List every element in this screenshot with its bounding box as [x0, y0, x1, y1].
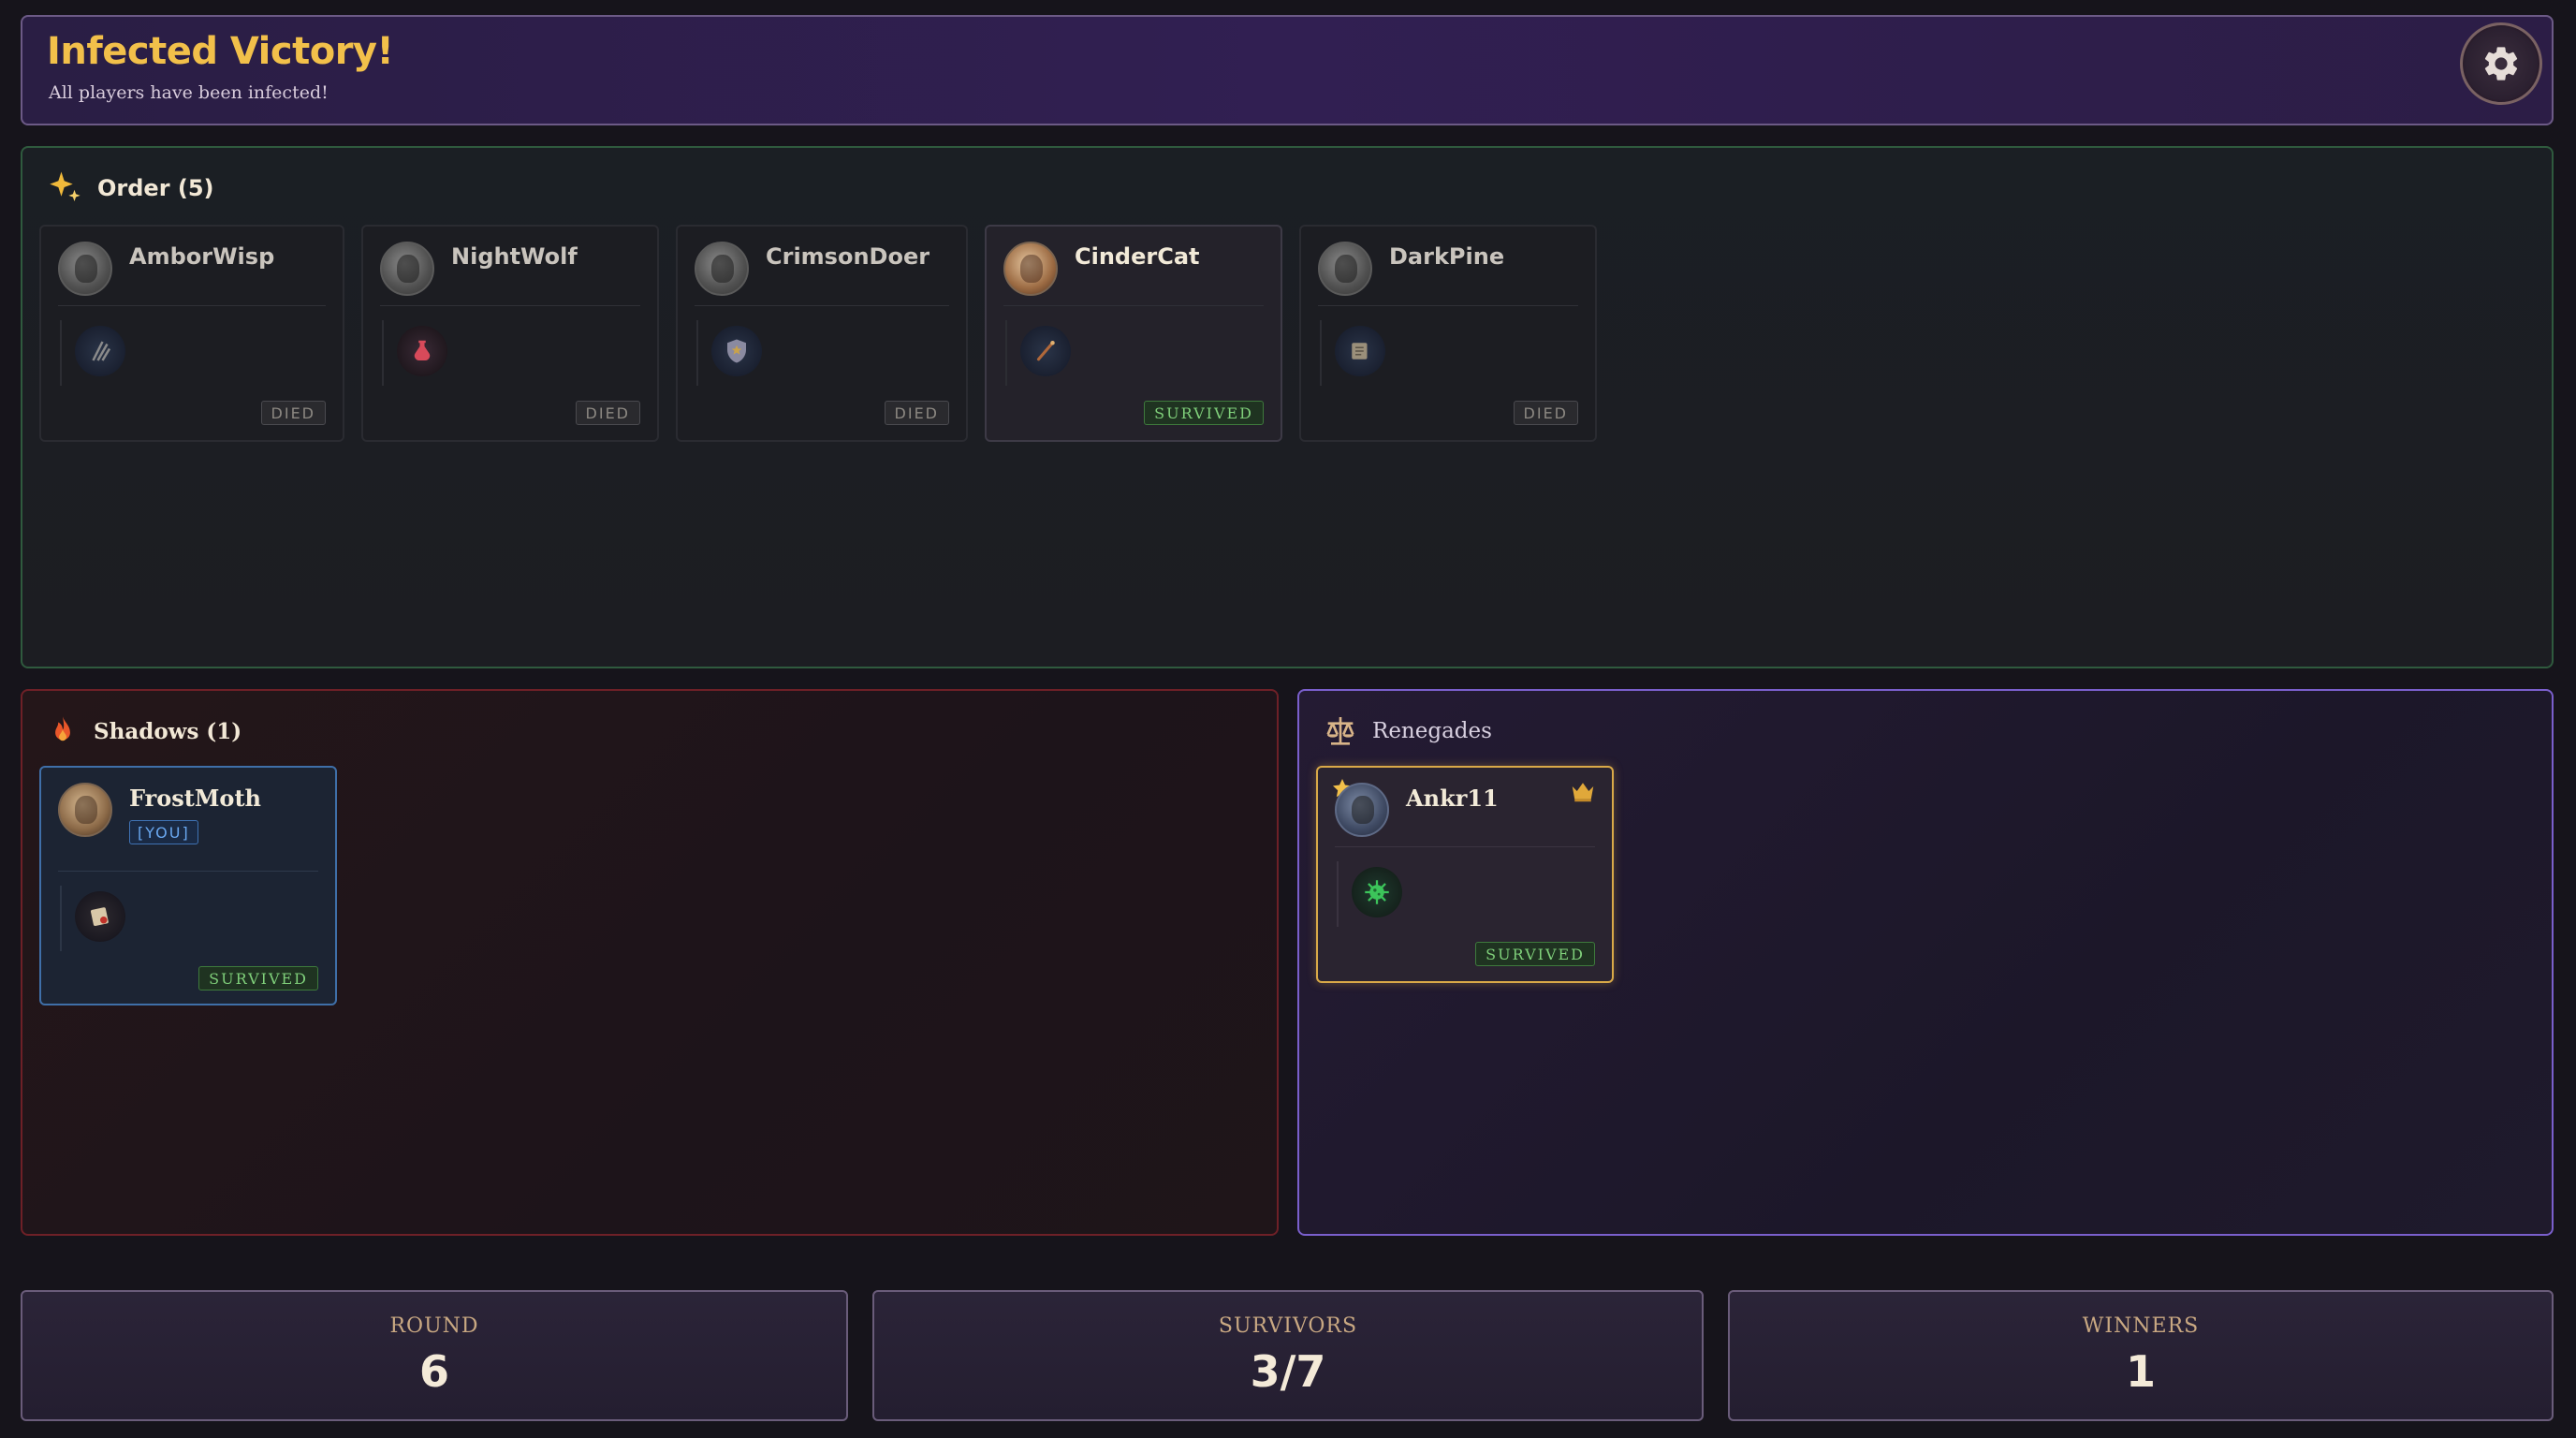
player-card-cindercat[interactable]: CinderCat SURVIVED — [985, 225, 1282, 442]
player-card-crimsondoer[interactable]: CrimsonDoer DIED — [676, 225, 968, 442]
player-card-darkpine[interactable]: DarkPine DIED — [1299, 225, 1597, 442]
round-stat: ROUND 6 — [21, 1290, 848, 1421]
player-card-amborwisp[interactable]: AmborWisp DIED — [39, 225, 344, 442]
renegades-header: Renegades — [1322, 712, 1492, 751]
avatar — [1003, 242, 1058, 296]
player-name: CrimsonDoer — [766, 243, 930, 270]
status-badge: SURVIVED — [1144, 401, 1264, 425]
survivors-value: 3/7 — [1250, 1346, 1326, 1397]
shadows-faction-panel: Shadows (1) FrostMoth [YOU] SURVIVED — [21, 689, 1279, 1236]
claw-icon — [75, 326, 125, 376]
player-name: NightWolf — [451, 243, 578, 270]
wand-icon — [1020, 326, 1071, 376]
status-badge: DIED — [884, 401, 949, 425]
you-tag: [YOU] — [129, 820, 198, 844]
shadows-header: Shadows (1) — [45, 712, 242, 751]
victory-header: Infected Victory! All players have been … — [21, 15, 2554, 125]
victory-title: Infected Victory! — [47, 30, 394, 73]
shadows-label: Shadows (1) — [94, 718, 242, 744]
avatar — [380, 242, 434, 296]
player-name: AmborWisp — [129, 243, 275, 270]
player-name: DarkPine — [1389, 243, 1505, 270]
sparkle-icon — [50, 171, 80, 201]
player-card-nightwolf[interactable]: NightWolf DIED — [361, 225, 659, 442]
survivors-label: SURVIVORS — [1218, 1314, 1358, 1338]
sealed-letter-icon — [75, 891, 125, 942]
flame-icon — [55, 716, 70, 741]
round-label: ROUND — [389, 1314, 479, 1338]
order-faction-panel: Order (5) AmborWisp DIED NightWolf DIED … — [21, 146, 2554, 668]
order-header: Order (5) — [45, 169, 214, 208]
renegades-label: Renegades — [1372, 719, 1492, 743]
gear-icon — [2484, 47, 2518, 81]
status-badge: DIED — [1513, 401, 1578, 425]
status-badge: SURVIVED — [1475, 942, 1595, 966]
settings-button[interactable] — [2460, 22, 2542, 105]
avatar — [58, 783, 112, 837]
round-value: 6 — [418, 1346, 449, 1397]
player-name: Ankr11 — [1406, 785, 1499, 812]
survivors-stat: SURVIVORS 3/7 — [872, 1290, 1704, 1421]
shield-icon — [711, 326, 762, 376]
player-card-frostmoth[interactable]: FrostMoth [YOU] SURVIVED — [39, 766, 337, 1005]
player-card-ankr11[interactable]: Ankr11 SURVIVED — [1316, 766, 1614, 983]
winners-label: WINNERS — [2082, 1314, 2200, 1338]
avatar — [1335, 783, 1389, 837]
avatar — [58, 242, 112, 296]
renegades-faction-panel: Renegades Ankr11 SURVIVED — [1297, 689, 2554, 1236]
crown-icon — [1572, 783, 1594, 802]
winners-stat: WINNERS 1 — [1728, 1290, 2554, 1421]
status-badge: DIED — [260, 401, 326, 425]
potion-icon — [397, 326, 447, 376]
avatar — [1318, 242, 1372, 296]
avatar — [695, 242, 749, 296]
virus-icon — [1352, 867, 1402, 917]
order-label: Order (5) — [97, 175, 214, 201]
scales-icon — [1326, 717, 1354, 745]
player-name: CinderCat — [1075, 243, 1200, 270]
victory-subtitle: All players have been infected! — [49, 82, 329, 103]
status-badge: SURVIVED — [198, 966, 318, 990]
player-name: FrostMoth — [129, 785, 261, 812]
status-badge: DIED — [575, 401, 640, 425]
scroll-icon — [1335, 326, 1385, 376]
winners-value: 1 — [2125, 1346, 2156, 1397]
